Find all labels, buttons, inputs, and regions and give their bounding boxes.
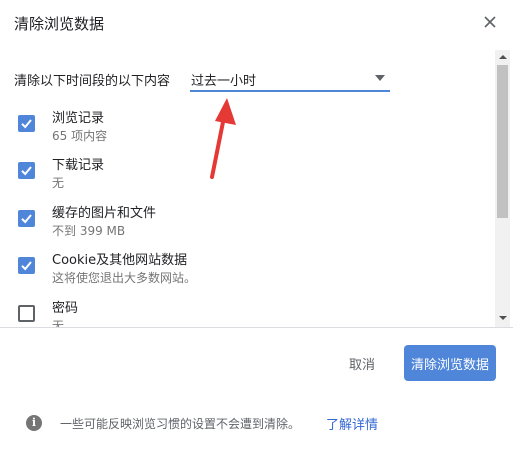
option-title: 缓存的图片和文件: [52, 206, 157, 221]
option-passwords[interactable]: 密码 无: [16, 297, 486, 327]
option-subtitle: 无: [52, 319, 65, 327]
cached-files-checkbox[interactable]: [18, 210, 35, 227]
time-range-label: 清除以下时间段的以下内容: [14, 74, 171, 89]
option-subtitle: 不到 399 MB: [52, 224, 126, 238]
option-download-history[interactable]: 下载记录 无: [16, 154, 486, 198]
time-range-value: 过去一小时: [191, 74, 257, 89]
footer-info-text: 一些可能反映浏览习惯的设置不会遭到清除。: [60, 417, 301, 431]
option-title: Cookie及其他网站数据: [52, 253, 188, 268]
checkmark-icon: [21, 166, 32, 176]
option-title: 下载记录: [52, 158, 105, 173]
option-cached-files[interactable]: 缓存的图片和文件 不到 399 MB: [16, 202, 486, 246]
option-subtitle: 无: [52, 176, 65, 190]
time-range-select[interactable]: 过去一小时: [190, 64, 390, 92]
clear-data-button[interactable]: 清除浏览数据: [404, 345, 496, 381]
checkmark-icon: [21, 119, 32, 129]
checkmark-icon: [21, 261, 32, 271]
close-button[interactable]: [480, 12, 500, 32]
content-scrollbar[interactable]: [495, 50, 510, 327]
passwords-checkbox[interactable]: [18, 305, 35, 322]
learn-more-link[interactable]: 了解详情: [326, 414, 378, 433]
cancel-button[interactable]: 取消: [334, 346, 390, 380]
option-subtitle: 这将使您退出大多数网站。: [52, 271, 197, 285]
option-title: 浏览记录: [52, 111, 105, 126]
dialog-title: 清除浏览数据: [14, 15, 105, 33]
download-history-checkbox[interactable]: [18, 162, 35, 179]
checkmark-icon: [21, 214, 32, 224]
clear-browsing-data-dialog: 清除浏览数据 清除以下时间段的以下内容 过去一小时 浏览记录 65 项内容 下载…: [0, 0, 513, 452]
option-title: 密码: [52, 301, 79, 316]
scroll-up-icon[interactable]: [499, 55, 507, 59]
option-cookies[interactable]: Cookie及其他网站数据 这将使您退出大多数网站。: [16, 249, 486, 293]
option-browsing-history[interactable]: 浏览记录 65 项内容: [16, 107, 486, 151]
option-subtitle: 65 项内容: [52, 129, 108, 143]
dialog-footer: i 一些可能反映浏览习惯的设置不会遭到清除。 了解详情: [0, 396, 513, 452]
scrollbar-thumb[interactable]: [497, 65, 508, 218]
cookies-checkbox[interactable]: [18, 257, 35, 274]
browsing-history-checkbox[interactable]: [18, 115, 35, 132]
close-icon: [484, 16, 496, 28]
dialog-content: 清除以下时间段的以下内容 过去一小时 浏览记录 65 项内容 下载记录 无 缓存…: [0, 50, 513, 327]
dialog-divider: [0, 327, 513, 328]
scroll-down-icon[interactable]: [499, 316, 507, 320]
info-icon: i: [26, 415, 42, 431]
caret-down-icon: [375, 75, 385, 81]
